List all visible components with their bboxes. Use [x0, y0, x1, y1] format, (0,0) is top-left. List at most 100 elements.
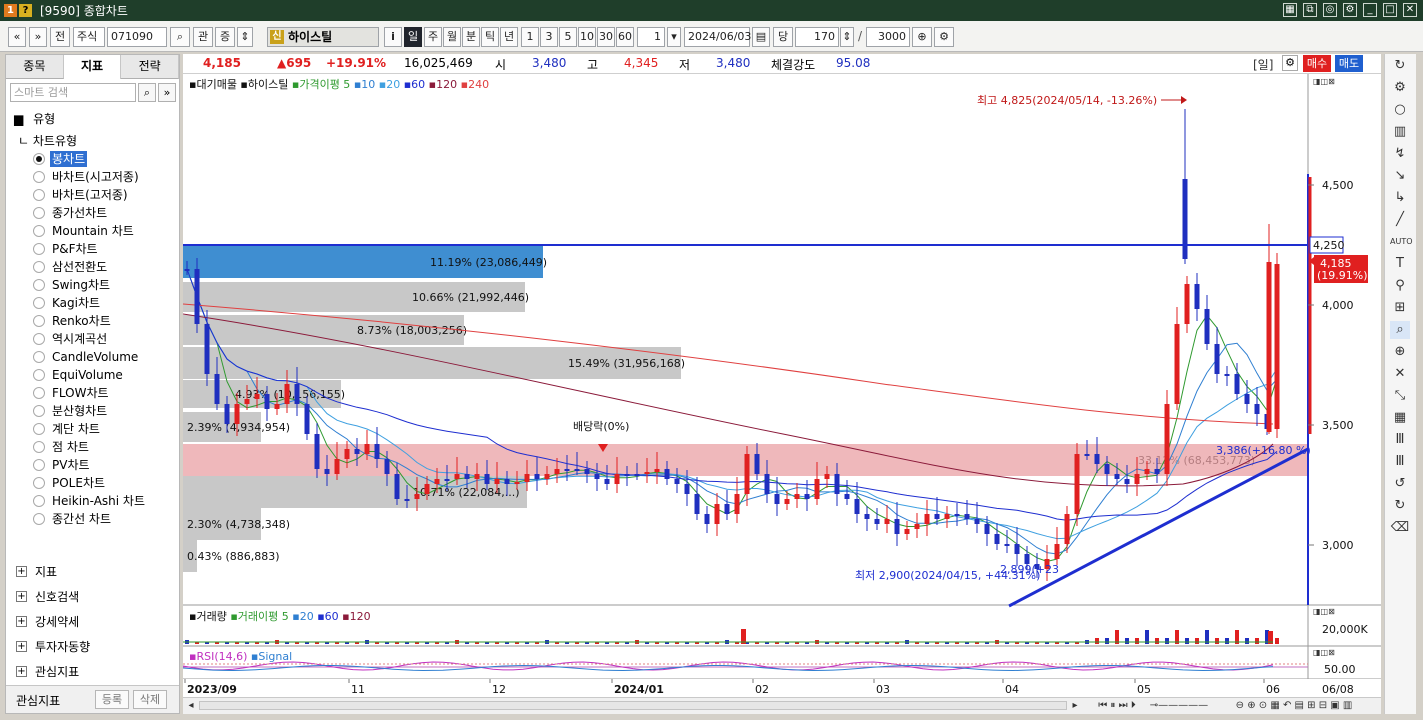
- pin-icon[interactable]: ▦: [1283, 3, 1297, 17]
- playback-controls[interactable]: ⏮ ⏸ ⏭ ⏵: [1087, 699, 1147, 713]
- chart-type-radio[interactable]: [33, 243, 45, 255]
- period-year[interactable]: 년: [500, 27, 518, 47]
- period-month[interactable]: 월: [443, 27, 461, 47]
- chart-type-radio[interactable]: [33, 423, 45, 435]
- next-button[interactable]: »: [29, 27, 47, 47]
- chart-type-radio[interactable]: [33, 297, 45, 309]
- chart-type-item[interactable]: 바차트(고저종): [50, 187, 130, 203]
- date-input[interactable]: 2024/06/03: [684, 27, 751, 47]
- stock-name-field[interactable]: 신 하이스틸: [267, 27, 379, 47]
- register-button[interactable]: 등록: [95, 690, 129, 709]
- auto-icon[interactable]: AUTO: [1390, 233, 1413, 251]
- section-2[interactable]: + 강세약세: [16, 613, 79, 630]
- delete-button[interactable]: 삭제: [133, 690, 167, 709]
- section-3[interactable]: + 투자자동향: [16, 638, 90, 655]
- chart-type-radio[interactable]: [33, 387, 45, 399]
- all-button[interactable]: 전: [50, 27, 70, 47]
- trendline-icon[interactable]: ╱: [1390, 211, 1410, 229]
- gear-icon[interactable]: ⚙: [934, 27, 954, 47]
- grid-icon[interactable]: ▦: [1390, 409, 1410, 427]
- chart-type-radio[interactable]: [33, 279, 45, 291]
- count-input[interactable]: 170: [795, 27, 839, 47]
- chart-type-item[interactable]: 계단 차트: [50, 421, 102, 437]
- circle-icon[interactable]: ○: [1390, 101, 1410, 119]
- period-day[interactable]: 일: [404, 27, 422, 47]
- close-icon[interactable]: ✕: [1403, 3, 1417, 17]
- chart-type-item[interactable]: 바차트(시고저종): [50, 169, 141, 185]
- interval-input[interactable]: 1: [637, 27, 665, 47]
- stock-chart-svg[interactable]: 11.19% (23,086,449) 10.66% (21,992,446) 8.…: [183, 74, 1381, 711]
- zoom-controls[interactable]: ⊖ ⊕ ⊙ ▦ ↶ ▤ ⊞ ⊟ ▣ ▥: [1209, 699, 1379, 713]
- chart-type-radio[interactable]: [33, 207, 45, 219]
- info-button[interactable]: i: [384, 27, 402, 47]
- total-input[interactable]: 3000: [866, 27, 910, 47]
- interval-60[interactable]: 60: [616, 27, 634, 47]
- updown-button[interactable]: 증: [215, 27, 235, 47]
- sell-button[interactable]: 매도: [1335, 55, 1363, 72]
- chart-type-radio[interactable]: [33, 153, 45, 165]
- chart-type-radio[interactable]: [33, 459, 45, 471]
- chart-type-item[interactable]: EquiVolume: [50, 367, 125, 383]
- chart-type-item[interactable]: 종간선 차트: [50, 511, 113, 527]
- chart-type-item[interactable]: FLOW차트: [50, 385, 111, 401]
- zoom-in-icon[interactable]: ⊕: [1390, 343, 1410, 361]
- chart-type-item[interactable]: 점 차트: [50, 439, 91, 455]
- search-icon[interactable]: ⌕: [138, 83, 156, 102]
- zoom-icon[interactable]: ⊕: [912, 27, 932, 47]
- path-icon[interactable]: ⤡: [1390, 387, 1410, 405]
- chevron-down-icon[interactable]: »: [158, 83, 176, 102]
- chart-type-radio[interactable]: [33, 351, 45, 363]
- search-icon[interactable]: ⌕: [170, 27, 190, 47]
- chart-type-radio[interactable]: [33, 369, 45, 381]
- minimize-icon[interactable]: _: [1363, 3, 1377, 17]
- interval-30[interactable]: 30: [597, 27, 615, 47]
- chart-type-item[interactable]: 삼선전환도: [50, 259, 109, 275]
- chart-type-item[interactable]: 종가선차트: [50, 205, 109, 221]
- chart-type-item[interactable]: CandleVolume: [50, 349, 140, 365]
- tab-indicator[interactable]: 지표: [63, 55, 122, 79]
- fibonacci-icon[interactable]: ⚲: [1390, 277, 1410, 295]
- prev-button[interactable]: «: [8, 27, 26, 47]
- text-icon[interactable]: T: [1390, 255, 1410, 273]
- period-week[interactable]: 주: [424, 27, 442, 47]
- bars2-icon[interactable]: Ⅲ: [1390, 453, 1410, 471]
- chart-type-header[interactable]: ㄴ 차트유형: [18, 132, 77, 149]
- chart-type-radio[interactable]: [33, 261, 45, 273]
- spin-icon[interactable]: ⇕: [237, 27, 253, 47]
- chart-type-item[interactable]: 봉차트: [50, 151, 88, 167]
- chart-icon[interactable]: ▥: [1390, 123, 1410, 141]
- chart-type-item[interactable]: Kagi차트: [50, 295, 102, 311]
- chart-type-radio[interactable]: [33, 225, 45, 237]
- zoom-icon[interactable]: ⌕: [1390, 321, 1410, 339]
- chart-type-item[interactable]: POLE차트: [50, 475, 107, 491]
- cross-line-icon[interactable]: ↯: [1390, 145, 1410, 163]
- chart-type-radio[interactable]: [33, 441, 45, 453]
- zoom-slider[interactable]: ⊸—————: [1149, 699, 1209, 713]
- gear-icon[interactable]: ⚙: [1390, 79, 1410, 97]
- eraser-icon[interactable]: ⌫: [1390, 519, 1410, 537]
- interval-3[interactable]: 3: [540, 27, 558, 47]
- redo-icon[interactable]: ↻: [1390, 497, 1410, 515]
- chart-area[interactable]: 11.19% (23,086,449) 10.66% (21,992,446) 8.…: [183, 74, 1381, 711]
- chart-type-item[interactable]: Mountain 차트: [50, 223, 136, 239]
- chart-type-item[interactable]: PV차트: [50, 457, 92, 473]
- angle-line-icon[interactable]: ↳: [1390, 189, 1410, 207]
- chart-type-item[interactable]: Renko차트: [50, 313, 113, 329]
- cross-icon[interactable]: ✕: [1390, 365, 1410, 383]
- period-tick[interactable]: 틱: [481, 27, 499, 47]
- chart-type-item[interactable]: P&F차트: [50, 241, 100, 257]
- chart-type-item[interactable]: Swing차트: [50, 277, 112, 293]
- chart-type-radio[interactable]: [33, 405, 45, 417]
- type-section[interactable]: ▆ 유형: [14, 110, 55, 127]
- buy-button[interactable]: 매수: [1303, 55, 1331, 72]
- chart-type-item[interactable]: 분산형차트: [50, 403, 109, 419]
- period-minute[interactable]: 분: [462, 27, 480, 47]
- candle-icon[interactable]: ⊞: [1390, 299, 1410, 317]
- camera-icon[interactable]: ◎: [1323, 3, 1337, 17]
- undo-icon[interactable]: ↺: [1390, 475, 1410, 493]
- chart-type-radio[interactable]: [33, 171, 45, 183]
- arrow-line-icon[interactable]: ↘: [1390, 167, 1410, 185]
- code-input[interactable]: 071090: [107, 27, 167, 47]
- date-unit-button[interactable]: 당: [773, 27, 793, 47]
- chart-type-radio[interactable]: [33, 513, 45, 525]
